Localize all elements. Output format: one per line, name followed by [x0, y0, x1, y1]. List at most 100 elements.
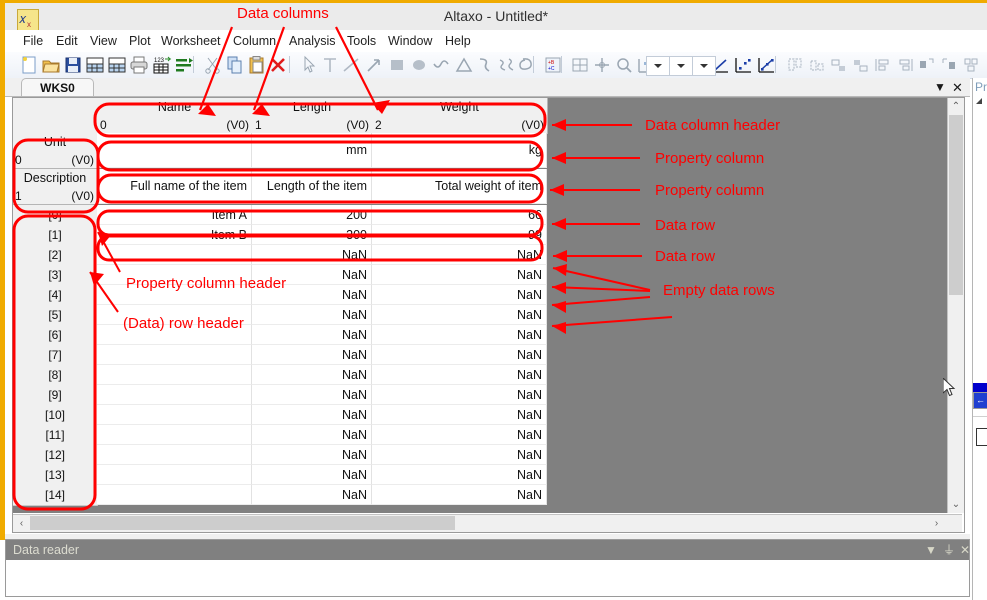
data-cell[interactable]: NaN: [372, 485, 547, 505]
row-header[interactable]: [14]: [13, 485, 98, 506]
row-header[interactable]: [4]: [13, 285, 98, 306]
line-scatter-plot-icon[interactable]: [756, 55, 776, 75]
data-transform-icon[interactable]: [174, 55, 194, 75]
data-cell[interactable]: [97, 465, 252, 485]
data-cell[interactable]: 300: [252, 225, 372, 245]
tab-overflow-icon[interactable]: ▼: [934, 80, 948, 94]
ungroup-icon[interactable]: [939, 55, 959, 75]
data-cell[interactable]: NaN: [252, 305, 372, 325]
open-folder-icon[interactable]: [41, 55, 61, 75]
row-header[interactable]: [3]: [13, 265, 98, 286]
pointer-tool-icon[interactable]: [299, 55, 319, 75]
lasso-tool-icon[interactable]: [517, 55, 537, 75]
data-cell[interactable]: NaN: [372, 265, 547, 285]
menu-column[interactable]: Column: [229, 33, 280, 49]
symbol-combo[interactable]: [692, 56, 716, 76]
row-header[interactable]: [10]: [13, 405, 98, 426]
data-cell[interactable]: NaN: [372, 345, 547, 365]
property-cell[interactable]: Length of the item: [252, 169, 372, 204]
copy-icon[interactable]: [225, 55, 245, 75]
data-cell[interactable]: NaN: [252, 405, 372, 425]
data-cell[interactable]: 99: [372, 225, 547, 245]
menu-window[interactable]: Window: [384, 33, 436, 49]
menu-view[interactable]: View: [86, 33, 121, 49]
data-cell[interactable]: Item A: [97, 205, 252, 225]
open-worksheet-icon[interactable]: [107, 55, 127, 75]
data-cell[interactable]: [97, 485, 252, 505]
data-cell[interactable]: NaN: [252, 325, 372, 345]
new-document-icon[interactable]: [19, 55, 39, 75]
properties-expander-icon[interactable]: [976, 98, 982, 104]
data-cell[interactable]: NaN: [252, 425, 372, 445]
new-worksheet-icon[interactable]: [85, 55, 105, 75]
data-cell[interactable]: [97, 345, 252, 365]
menu-file[interactable]: File: [19, 33, 47, 49]
data-column-header-weight[interactable]: Weight 2 (V0): [372, 98, 548, 134]
data-cell[interactable]: NaN: [372, 245, 547, 265]
property-cell[interactable]: kg: [372, 133, 547, 168]
worksheet-corner-cell[interactable]: [13, 98, 98, 134]
data-cell[interactable]: NaN: [372, 325, 547, 345]
data-column-header-length[interactable]: Length 1 (V0): [252, 98, 373, 134]
panel-close-icon[interactable]: ✕: [958, 544, 972, 557]
group-icon[interactable]: [917, 55, 937, 75]
property-cell[interactable]: [97, 133, 252, 168]
data-cell[interactable]: [97, 445, 252, 465]
data-cell[interactable]: NaN: [372, 465, 547, 485]
menu-worksheet[interactable]: Worksheet: [157, 33, 225, 49]
vertical-scroll-thumb[interactable]: [949, 115, 963, 295]
tab-wks0[interactable]: WKS0: [21, 78, 94, 98]
property-cell[interactable]: mm: [252, 133, 372, 168]
arrange-icon[interactable]: [961, 55, 981, 75]
row-header[interactable]: [2]: [13, 245, 98, 266]
panel-menu-icon[interactable]: ▼: [924, 544, 938, 557]
triangle-tool-icon[interactable]: [454, 55, 474, 75]
data-cell[interactable]: NaN: [252, 485, 372, 505]
panel-pin-icon[interactable]: ⏚: [942, 544, 956, 557]
text-tool-icon[interactable]: [320, 55, 340, 75]
data-cell[interactable]: NaN: [372, 385, 547, 405]
delete-icon[interactable]: [268, 55, 288, 75]
align-right-icon[interactable]: [851, 55, 871, 75]
row-header[interactable]: [0]: [13, 205, 98, 226]
property-row-header-description[interactable]: Description 1 (V0): [13, 169, 98, 205]
scroll-left-arrow[interactable]: ‹: [13, 515, 30, 532]
data-cell[interactable]: NaN: [252, 245, 372, 265]
property-row-header-unit[interactable]: Unit 0 (V0): [13, 133, 98, 169]
distribute-h-icon[interactable]: [873, 55, 893, 75]
print-icon[interactable]: [129, 55, 149, 75]
line-width-combo[interactable]: [669, 56, 693, 76]
data-cell[interactable]: NaN: [372, 445, 547, 465]
import-ascii-icon[interactable]: 123: [152, 55, 172, 75]
property-cell[interactable]: Full name of the item: [97, 169, 252, 204]
save-icon[interactable]: [63, 55, 83, 75]
row-header[interactable]: [8]: [13, 365, 98, 386]
scroll-right-arrow[interactable]: ›: [928, 515, 945, 532]
data-column-header-name[interactable]: Name 0 (V0): [97, 98, 253, 134]
data-cell[interactable]: NaN: [372, 405, 547, 425]
properties-nav-button[interactable]: ←: [973, 392, 987, 409]
rectangle-tool-icon[interactable]: [387, 55, 407, 75]
align-top-icon[interactable]: [785, 55, 805, 75]
data-cell[interactable]: NaN: [252, 445, 372, 465]
data-cell[interactable]: [97, 425, 252, 445]
rename-column-icon[interactable]: +B +C: [543, 55, 563, 75]
row-header[interactable]: [6]: [13, 325, 98, 346]
data-cell[interactable]: NaN: [252, 465, 372, 485]
data-cell[interactable]: [97, 405, 252, 425]
data-cell[interactable]: NaN: [372, 425, 547, 445]
row-header[interactable]: [1]: [13, 225, 98, 246]
row-header[interactable]: [13]: [13, 465, 98, 486]
align-bottom-icon[interactable]: [807, 55, 827, 75]
row-header[interactable]: [12]: [13, 445, 98, 466]
data-cell[interactable]: [97, 385, 252, 405]
ellipse-tool-icon[interactable]: [409, 55, 429, 75]
line-style-combo[interactable]: [646, 56, 670, 76]
data-cell[interactable]: NaN: [372, 285, 547, 305]
property-cell[interactable]: Total weight of item: [372, 169, 547, 204]
spline-tool-icon[interactable]: [496, 55, 516, 75]
row-header[interactable]: [9]: [13, 385, 98, 406]
data-cell[interactable]: NaN: [372, 365, 547, 385]
paste-icon[interactable]: [247, 55, 267, 75]
crosshair-icon[interactable]: [592, 55, 612, 75]
